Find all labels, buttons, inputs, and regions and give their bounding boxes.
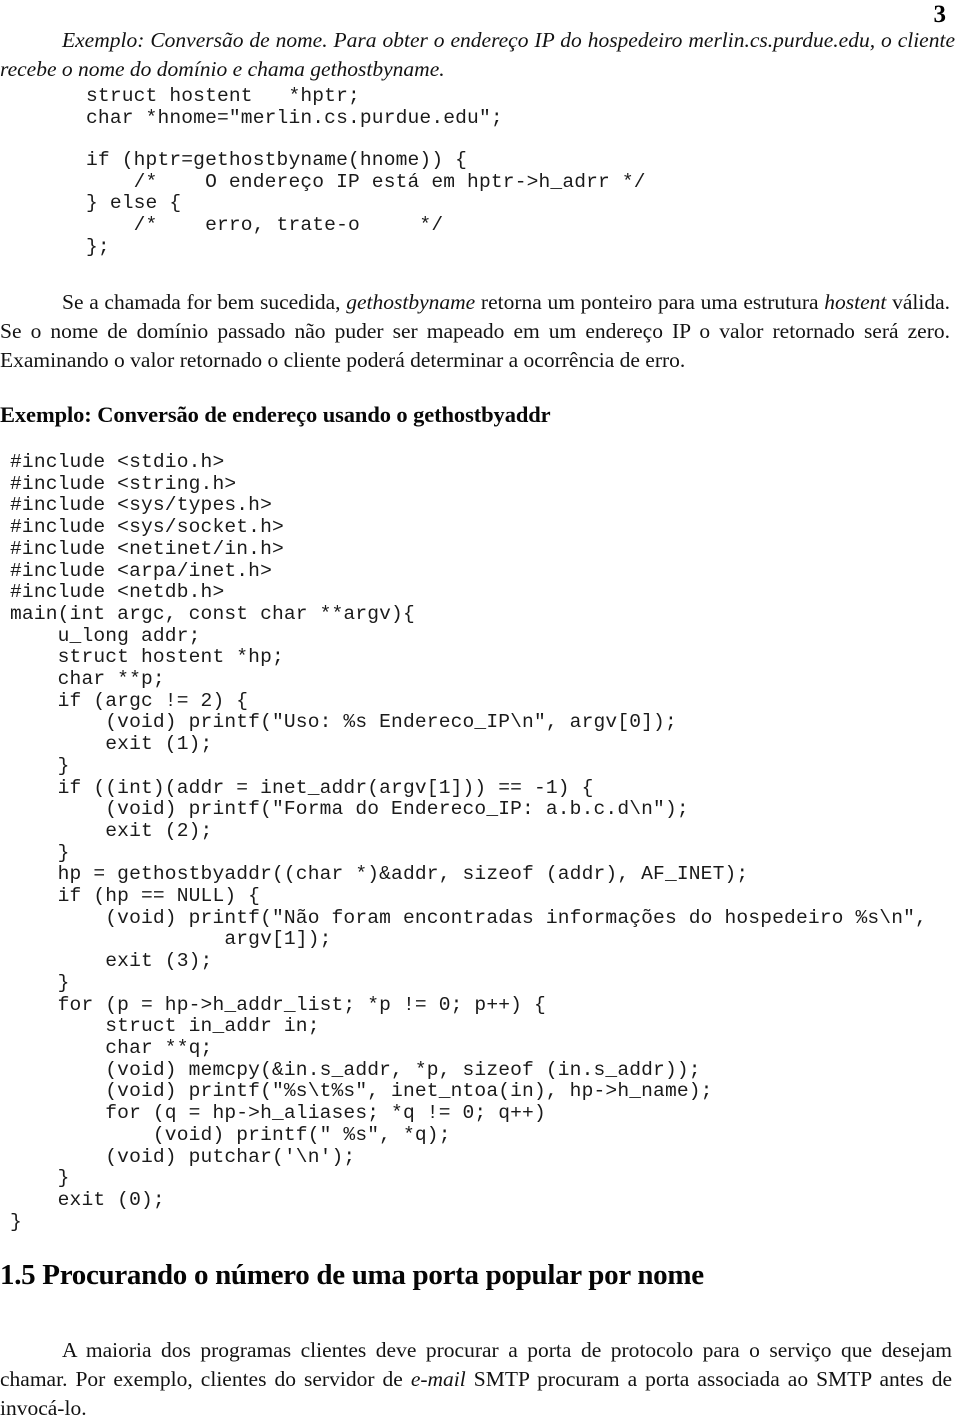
section-heading-1-5: 1.5 Procurando o número de uma porta pop… xyxy=(0,1259,704,1291)
intro-paragraph: Exemplo: Conversão de nome. Para obter o… xyxy=(0,28,955,81)
page-number: 3 xyxy=(933,1,947,28)
result-paragraph: Se a chamada for bem sucedida, gethostby… xyxy=(0,290,950,372)
code-listing-gethostbyaddr: #include <stdio.h> #include <string.h> #… xyxy=(10,451,927,1233)
example-heading: Exemplo: Conversão de endereço usando o … xyxy=(0,402,551,427)
code-snippet-gethostbyname: if (hptr=gethostbyname(hnome)) { /* O en… xyxy=(86,149,646,258)
document-page: 3 Exemplo: Conversão de nome. Para obter… xyxy=(0,0,960,1420)
closing-paragraph: A maioria dos programas clientes deve pr… xyxy=(0,1338,952,1420)
code-snippet-declarations: struct hostent *hptr; char *hnome="merli… xyxy=(86,85,503,129)
